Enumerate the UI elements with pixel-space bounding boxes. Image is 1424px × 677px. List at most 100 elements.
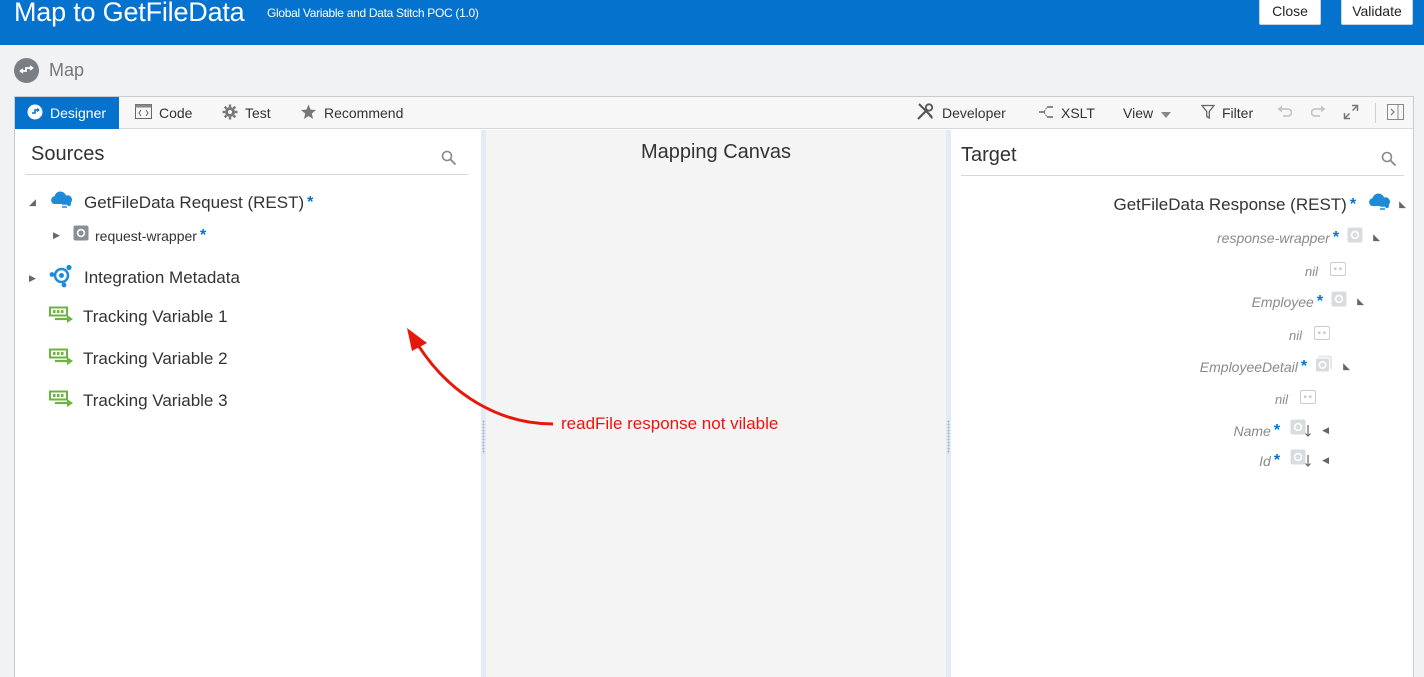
attribute-node-icon	[1330, 262, 1346, 281]
target-node-nil[interactable]: nil	[1275, 390, 1316, 409]
xslt-button[interactable]: XSLT	[1038, 97, 1095, 129]
target-node-employee-detail[interactable]: EmployeeDetail * ◣	[1200, 355, 1350, 378]
repeating-element-icon	[1315, 355, 1333, 378]
sources-panel: Sources ◢ GetFileData Request (REST) * ▶…	[15, 130, 481, 677]
tree-node-integration-metadata[interactable]: ▶ Integration Metadata	[29, 263, 240, 293]
target-node-response-wrapper[interactable]: response-wrapper * ◣	[1217, 227, 1380, 248]
target-label: EmployeeDetail	[1199, 358, 1298, 375]
mapper-workspace: Designer Code Test Recommend Developer X…	[14, 96, 1414, 677]
target-label: GetFileData Response (REST)	[1113, 194, 1347, 214]
code-icon	[135, 104, 152, 122]
developer-label: Developer	[942, 105, 1006, 121]
mapping-canvas[interactable]: Mapping Canvas	[486, 130, 946, 677]
target-node-employee[interactable]: Employee * ◣	[1252, 291, 1364, 312]
search-icon[interactable]	[441, 150, 457, 166]
target-label: nil	[1304, 264, 1318, 279]
required-marker: *	[1273, 451, 1281, 469]
target-node-id[interactable]: Id * ◀	[1259, 449, 1329, 472]
caret-expanded-icon: ◣	[1343, 361, 1350, 371]
expand-button[interactable]	[1343, 97, 1359, 129]
required-marker: *	[307, 193, 314, 211]
rest-cloud-icon	[49, 189, 75, 216]
close-button[interactable]: Close	[1259, 0, 1321, 25]
required-marker: *	[1300, 357, 1308, 375]
redo-button[interactable]	[1310, 97, 1326, 129]
target-label: response-wrapper	[1217, 229, 1330, 246]
element-node-icon	[1331, 291, 1347, 312]
tab-designer-label: Designer	[50, 105, 107, 121]
target-label: Employee	[1251, 293, 1314, 310]
app-header: Map to GetFileData Global Variable and D…	[0, 0, 1424, 45]
tree-node-request-wrapper[interactable]: ▶ request-wrapper *	[53, 225, 206, 246]
view-label: View	[1123, 105, 1154, 121]
source-label: request-wrapper	[95, 227, 197, 244]
tab-test-label: Test	[245, 105, 271, 121]
target-node-nil[interactable]: nil	[1289, 326, 1330, 345]
validate-button[interactable]: Validate	[1341, 0, 1413, 25]
integration-subtitle: Global Variable and Data Stitch POC (1.0…	[267, 6, 479, 20]
tracking-variable-icon	[49, 347, 74, 370]
panel-toggle-icon	[1387, 103, 1404, 123]
toolbar-divider	[1375, 103, 1376, 123]
target-label: nil	[1274, 392, 1288, 407]
tab-test[interactable]: Test	[222, 97, 271, 129]
splitter-grip[interactable]	[482, 420, 485, 454]
xslt-icon	[1038, 104, 1054, 123]
mapper-toolbar: Designer Code Test Recommend Developer X…	[15, 97, 1413, 129]
target-label: Id	[1259, 452, 1271, 469]
target-panel: Target GetFileData Response (REST) * ◣ r…	[951, 130, 1413, 677]
search-icon[interactable]	[1381, 151, 1397, 167]
caret-expanded-icon: ◢	[29, 197, 36, 207]
source-label: Integration Metadata	[84, 268, 240, 287]
tab-code-label: Code	[159, 105, 193, 121]
rest-cloud-icon	[1367, 191, 1393, 218]
caret-expanded-icon: ◣	[1399, 199, 1406, 209]
leaf-element-icon	[1290, 449, 1312, 472]
attribute-node-icon	[1314, 326, 1330, 345]
tracking-variable-icon	[49, 305, 74, 328]
tab-designer[interactable]: Designer	[15, 97, 119, 129]
tree-node-request[interactable]: ◢ GetFileData Request (REST) *	[29, 189, 313, 216]
designer-icon	[27, 104, 43, 123]
breadcrumb-label: Map	[49, 60, 85, 80]
attribute-node-icon	[1300, 390, 1316, 409]
splitter-grip[interactable]	[947, 420, 950, 454]
sources-divider	[25, 174, 468, 175]
target-node-name[interactable]: Name * ◀	[1233, 419, 1329, 442]
element-node-icon	[1347, 227, 1363, 248]
required-marker: *	[199, 226, 207, 244]
source-label: Tracking Variable 3	[83, 390, 228, 410]
target-label: Name	[1233, 422, 1271, 439]
undo-icon	[1277, 105, 1293, 121]
required-marker: *	[1332, 228, 1340, 246]
caret-collapsed-icon: ▶	[29, 272, 36, 283]
undo-button[interactable]	[1277, 97, 1293, 129]
caret-expanded-icon: ◣	[1357, 296, 1364, 306]
tab-code[interactable]: Code	[135, 97, 192, 129]
leaf-element-icon	[1290, 419, 1312, 442]
tree-node-tracking-variable-3[interactable]: Tracking Variable 3	[49, 389, 228, 412]
chevron-down-icon	[1161, 105, 1172, 121]
developer-button[interactable]: Developer	[916, 97, 1006, 129]
tab-recommend[interactable]: Recommend	[300, 97, 403, 129]
caret-collapsed-icon: ▶	[53, 230, 60, 240]
map-icon	[14, 58, 39, 83]
canvas-title: Mapping Canvas	[640, 141, 792, 163]
tree-node-tracking-variable-1[interactable]: Tracking Variable 1	[49, 305, 228, 328]
required-marker: *	[1273, 421, 1281, 439]
redo-icon	[1310, 105, 1326, 121]
required-marker: *	[1316, 292, 1324, 310]
target-label: nil	[1288, 328, 1302, 343]
annotation-text: readFile response not vilable	[561, 414, 779, 433]
source-label: Tracking Variable 1	[83, 306, 228, 326]
filter-button[interactable]: Filter	[1200, 97, 1253, 129]
filter-icon	[1200, 104, 1216, 123]
target-title: Target	[961, 144, 1017, 166]
tree-node-tracking-variable-2[interactable]: Tracking Variable 2	[49, 347, 228, 370]
target-node-nil[interactable]: nil	[1305, 262, 1346, 281]
panel-toggle-button[interactable]	[1387, 97, 1404, 129]
metadata-icon	[49, 263, 74, 293]
target-node-response[interactable]: GetFileData Response (REST) * ◣	[1113, 191, 1406, 218]
view-dropdown[interactable]: View	[1123, 97, 1172, 129]
source-label: Tracking Variable 2	[83, 348, 228, 368]
